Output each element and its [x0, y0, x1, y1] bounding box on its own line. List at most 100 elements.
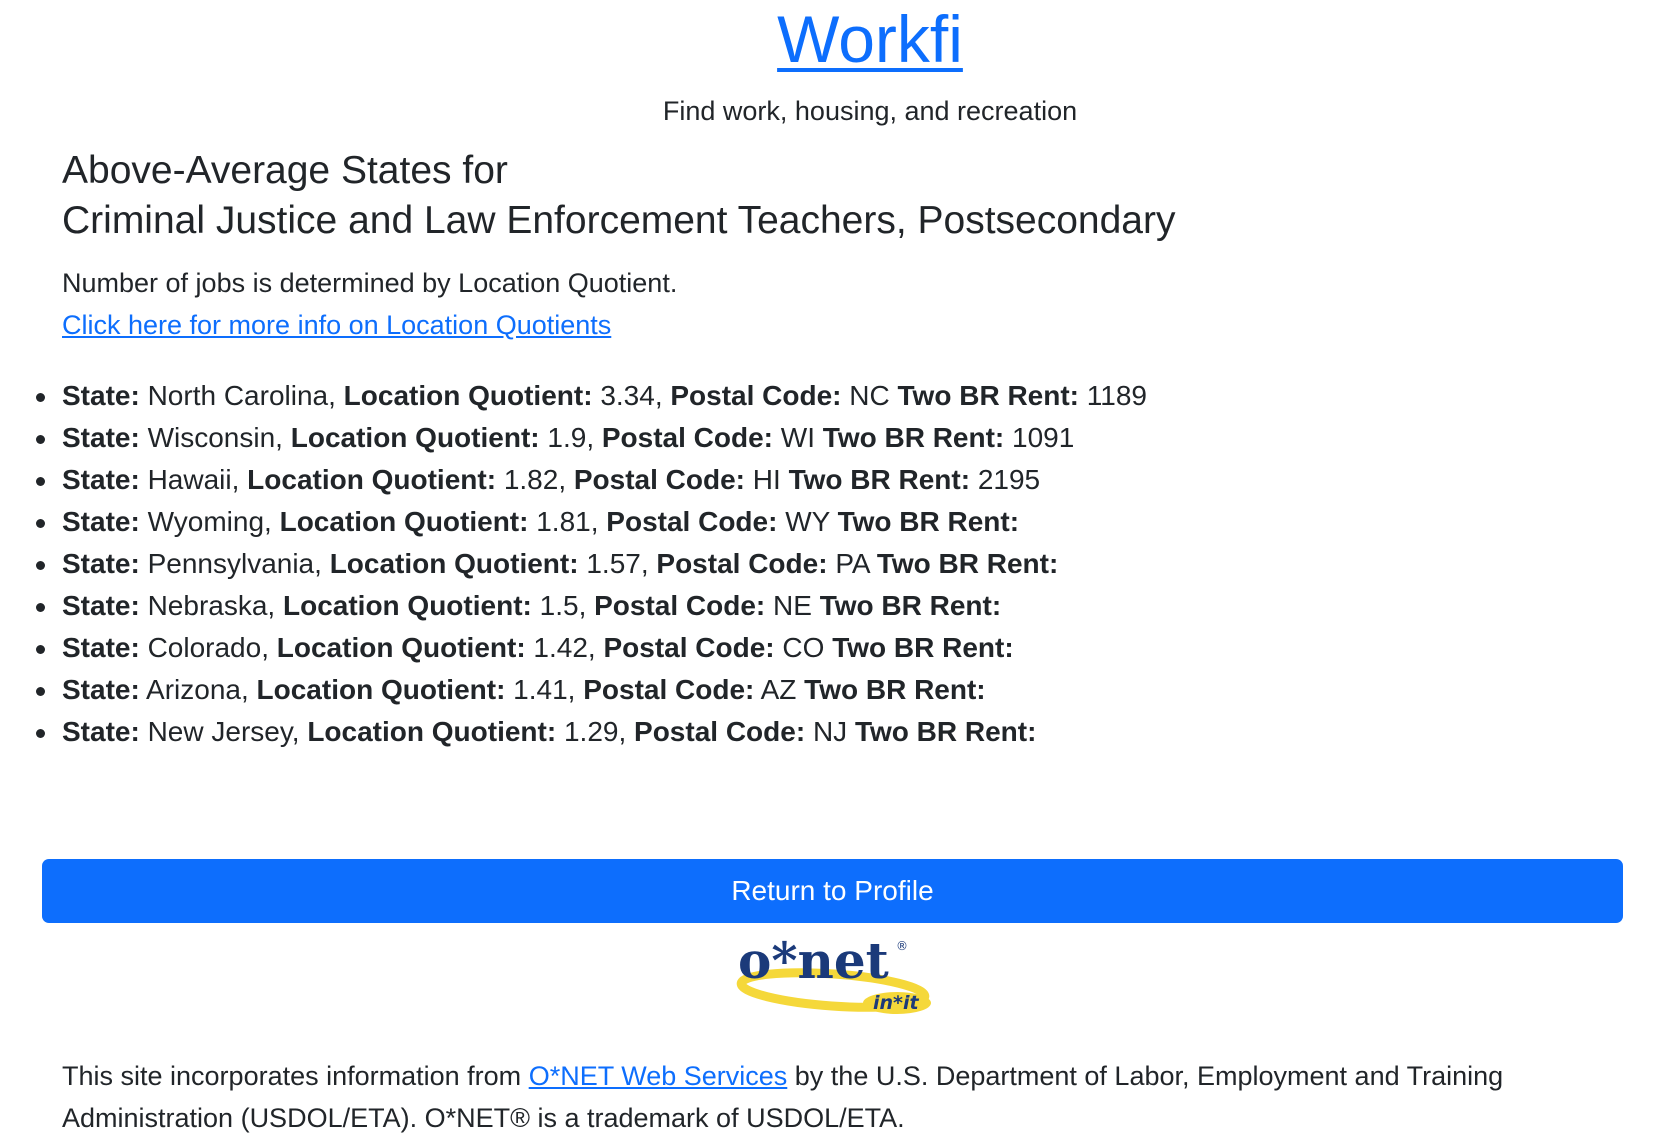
state-list-item: State: Wisconsin, Location Quotient: 1.9… [36, 417, 1622, 459]
postal-code-value: CO [782, 631, 825, 663]
state-name: Pennsylvania [147, 547, 315, 579]
bullet-icon [36, 644, 45, 654]
state-label: State: [62, 547, 140, 579]
onet-logo: o*net ® in*it [736, 931, 931, 1014]
two-br-rent-value: 1091 [1012, 421, 1075, 453]
tagline: Find work, housing, and recreation [662, 96, 1078, 126]
postal-code-value: NJ [812, 715, 848, 747]
state-name: Nebraska [147, 589, 268, 621]
two-br-rent-value: 2195 [977, 463, 1041, 495]
intro-text: Number of jobs is determined by Location… [62, 268, 678, 299]
location-quotient-value: 1.57 [586, 547, 641, 579]
state-list-item: State: Pennsylvania, Location Quotient: … [36, 543, 1622, 585]
postal-code-label: Postal Code: [634, 715, 806, 747]
location-quotient-value: 1.82 [503, 463, 559, 495]
bullet-icon [36, 434, 45, 444]
two-br-rent-label: Two BR Rent: [876, 547, 1059, 579]
state-label: State: [62, 379, 140, 411]
state-name: New Jersey [147, 715, 292, 747]
location-quotient-info-link[interactable]: Click here for more info on Location Quo… [62, 310, 611, 340]
postal-code-value: NC [849, 379, 890, 411]
state-name: Wyoming [147, 505, 265, 537]
state-name: North Carolina [147, 379, 329, 411]
location-quotient-label: Location Quotient: [247, 463, 497, 495]
two-br-rent-label: Two BR Rent: [788, 463, 971, 495]
location-quotient-label: Location Quotient: [276, 631, 526, 663]
state-label: State: [62, 463, 140, 495]
state-list-item: State: Hawaii, Location Quotient: 1.82, … [36, 459, 1622, 501]
bullet-icon [36, 518, 45, 528]
two-br-rent-label: Two BR Rent: [832, 631, 1014, 663]
location-quotient-label: Location Quotient: [256, 673, 506, 705]
state-list-item: State: Colorado, Location Quotient: 1.42… [36, 627, 1622, 669]
location-quotient-label: Location Quotient: [290, 421, 540, 453]
state-label: State: [62, 631, 140, 663]
location-quotient-value: 1.41 [513, 673, 568, 705]
footer-text-before: This site incorporates information from [62, 1061, 529, 1091]
bullet-icon [36, 392, 45, 402]
location-quotient-value: 1.5 [539, 589, 579, 621]
state-list-item: State: New Jersey, Location Quotient: 1.… [36, 711, 1622, 753]
location-quotient-label: Location Quotient: [279, 505, 529, 537]
postal-code-value: AZ [760, 673, 797, 705]
bullet-icon [36, 602, 45, 612]
site-header: Workfi [0, 0, 1666, 78]
postal-code-label: Postal Code: [603, 631, 775, 663]
state-label: State: [62, 589, 140, 621]
return-to-profile-button[interactable]: Return to Profile [42, 859, 1623, 923]
location-quotient-label: Location Quotient: [343, 379, 593, 411]
postal-code-label: Postal Code: [606, 505, 778, 537]
postal-code-label: Postal Code: [601, 421, 774, 453]
state-list: State: North Carolina, Location Quotient… [36, 375, 1622, 753]
bullet-icon [36, 728, 45, 738]
postal-code-label: Postal Code: [573, 463, 746, 495]
bullet-icon [36, 476, 45, 486]
two-br-rent-label: Two BR Rent: [822, 421, 1005, 453]
postal-code-label: Postal Code: [656, 547, 828, 579]
page-title-line1: Above-Average States for [62, 149, 508, 192]
location-quotient-value: 3.34 [600, 379, 655, 411]
postal-code-value: PA [835, 547, 870, 579]
location-quotient-value: 1.9 [547, 421, 587, 453]
onet-logo-subtext: in*it [873, 992, 919, 1014]
state-list-item: State: Arizona, Location Quotient: 1.41,… [36, 669, 1622, 711]
intro: Number of jobs is determined by Location… [62, 263, 1622, 347]
state-label: State: [62, 505, 140, 537]
state-list-item: State: Nebraska, Location Quotient: 1.5,… [36, 585, 1622, 627]
postal-code-value: WI [780, 421, 816, 453]
postal-code-label: Postal Code: [594, 589, 766, 621]
state-list-item: State: Wyoming, Location Quotient: 1.81,… [36, 501, 1622, 543]
postal-code-value: WY [785, 505, 830, 537]
two-br-rent-value: 1189 [1086, 379, 1147, 411]
location-quotient-value: 1.81 [536, 505, 591, 537]
state-label: State: [62, 715, 140, 747]
state-name: Hawaii [147, 463, 232, 495]
state-label: State: [62, 421, 140, 453]
location-quotient-value: 1.42 [533, 631, 588, 663]
state-name: Colorado [147, 631, 262, 663]
footer: This site incorporates information from … [62, 1056, 1622, 1140]
location-quotient-label: Location Quotient: [307, 715, 557, 747]
postal-code-label: Postal Code: [583, 673, 755, 705]
location-quotient-value: 1.29 [563, 715, 619, 747]
main-content: Above-Average States for Criminal Justic… [36, 146, 1622, 753]
two-br-rent-label: Two BR Rent: [819, 589, 1002, 621]
two-br-rent-label: Two BR Rent: [897, 379, 1079, 411]
page-title: Above-Average States for Criminal Justic… [62, 146, 1622, 245]
location-quotient-label: Location Quotient: [282, 589, 532, 621]
state-name: Wisconsin [147, 421, 276, 453]
postal-code-value: HI [752, 463, 781, 495]
state-label: State: [62, 673, 140, 705]
two-br-rent-label: Two BR Rent: [837, 505, 1020, 537]
state-list-item: State: North Carolina, Location Quotient… [36, 375, 1622, 417]
bullet-icon [36, 686, 45, 696]
location-quotient-label: Location Quotient: [329, 547, 579, 579]
onet-logo-registered: ® [896, 939, 908, 953]
bullet-icon [36, 560, 45, 570]
postal-code-label: Postal Code: [670, 379, 842, 411]
onet-web-services-link[interactable]: O*NET Web Services [529, 1061, 788, 1091]
two-br-rent-label: Two BR Rent: [854, 715, 1037, 747]
postal-code-value: NE [773, 589, 812, 621]
two-br-rent-label: Two BR Rent: [804, 673, 986, 705]
brand-link[interactable]: Workfi [777, 2, 963, 78]
